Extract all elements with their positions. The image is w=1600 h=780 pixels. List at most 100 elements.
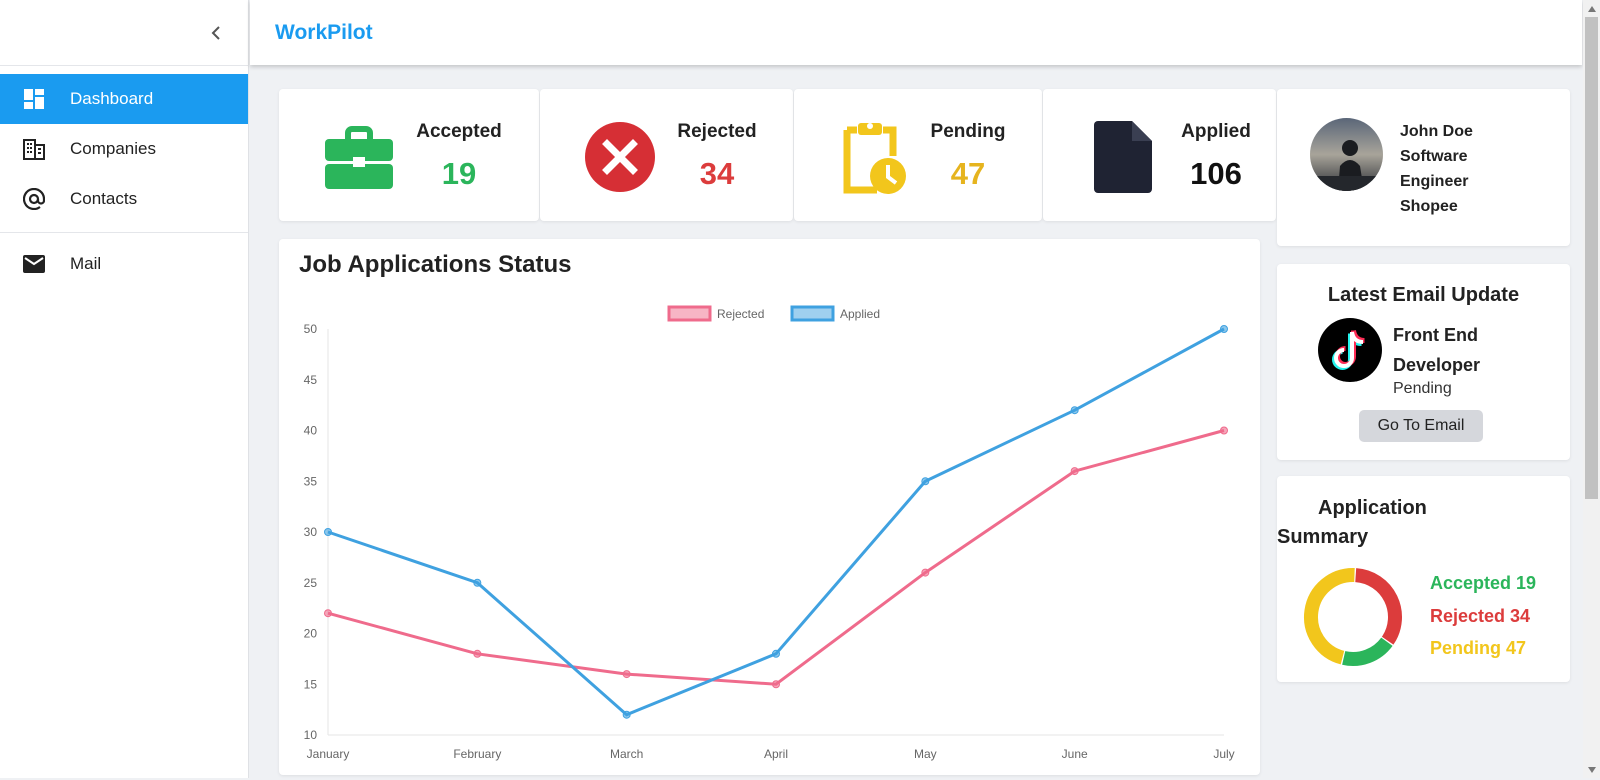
- email-role: Front End Developer: [1393, 320, 1513, 380]
- sidebar-item-contacts[interactable]: Contacts: [0, 174, 248, 224]
- stat-value: 19: [441, 156, 477, 191]
- email-status: Pending: [1393, 380, 1452, 397]
- job-applications-line-chart: 10 15 20 25 30 35 40 45 50 January February March Ap…: [304, 305, 1235, 761]
- stat-card-applied: Applied 106: [1043, 89, 1276, 221]
- clipboard-clock-icon: [836, 119, 912, 195]
- summary-title: Application Summary: [1277, 494, 1427, 552]
- y-tick-label: 35: [304, 474, 318, 488]
- series-line-rejected: [327, 429, 1225, 686]
- legend-swatch: [667, 305, 712, 322]
- sidebar-item-label: Mail: [70, 254, 102, 273]
- sidebar-item-label: Dashboard: [70, 89, 154, 108]
- legend-label: Applied: [840, 307, 880, 321]
- scroll-down-arrow[interactable]: [1583, 761, 1600, 778]
- data-point-rejected[interactable]: [324, 609, 332, 618]
- y-tick-label: 25: [304, 576, 318, 590]
- data-point-rejected[interactable]: [1220, 426, 1228, 435]
- profile-info: John Doe Software Engineer Shopee: [1400, 119, 1473, 219]
- data-point-rejected[interactable]: [772, 680, 780, 689]
- stat-card-rejected: Rejected 34: [540, 89, 793, 221]
- data-point-applied[interactable]: [1220, 325, 1228, 333]
- data-point-rejected[interactable]: [1070, 467, 1079, 476]
- summary-donut-chart: [1304, 568, 1402, 666]
- stat-label: Pending: [930, 121, 1006, 142]
- x-tick-label: March: [610, 747, 643, 761]
- x-tick-label: February: [453, 747, 501, 761]
- y-tick-label: 30: [304, 525, 318, 539]
- data-point-applied[interactable]: [324, 528, 332, 536]
- avatar[interactable]: [1310, 118, 1383, 191]
- stat-value: 47: [950, 156, 986, 191]
- briefcase-icon: [321, 119, 397, 195]
- file-icon: [1085, 119, 1161, 195]
- stat-value: 34: [699, 156, 735, 191]
- stat-label: Accepted: [416, 121, 502, 142]
- data-point-applied[interactable]: [473, 578, 482, 587]
- collapse-sidebar-button[interactable]: [204, 21, 228, 45]
- job-applications-chart-card: Job Applications Status 10 15 20 25 30 35 40 45…: [279, 239, 1260, 775]
- data-point-applied[interactable]: [772, 649, 780, 658]
- profile-name: John Doe: [1400, 123, 1473, 140]
- data-point-applied[interactable]: [1070, 406, 1079, 415]
- page-scrollbar[interactable]: [1583, 0, 1600, 778]
- x-tick-label: May: [914, 747, 937, 761]
- x-tick-label: July: [1213, 747, 1234, 761]
- sidebar-item-label: Companies: [70, 139, 156, 158]
- donut-slice-pending: [1304, 568, 1355, 665]
- legend-item-applied[interactable]: Applied: [790, 305, 880, 322]
- stat-label: Applied: [1181, 121, 1251, 142]
- summary-pending: Pending 47: [1430, 638, 1527, 658]
- y-tick-label: 10: [304, 728, 318, 742]
- sidebar: Dashboard Companies Contacts Mail: [0, 0, 249, 778]
- data-point-rejected[interactable]: [622, 670, 631, 679]
- sidebar-header: [0, 0, 248, 66]
- sidebar-item-companies[interactable]: Companies: [0, 124, 248, 174]
- summary-accepted: Accepted 19: [1430, 573, 1537, 593]
- building-icon: [22, 137, 46, 161]
- sidebar-item-dashboard[interactable]: Dashboard: [0, 74, 248, 124]
- y-tick-label: 45: [304, 373, 318, 387]
- tiktok-logo: [1318, 318, 1382, 382]
- at-sign-icon: [22, 187, 46, 211]
- profile-title: Engineer: [1400, 173, 1469, 190]
- summary-title-line: Summary: [1277, 526, 1369, 548]
- x-tick-label: June: [1062, 747, 1088, 761]
- data-point-rejected[interactable]: [921, 568, 930, 577]
- data-point-applied[interactable]: [921, 477, 930, 486]
- y-tick-label: 40: [304, 424, 318, 438]
- sidebar-divider: [0, 232, 248, 233]
- email-role-line: Developer: [1393, 355, 1481, 375]
- x-tick-label: April: [764, 747, 788, 761]
- data-point-applied[interactable]: [622, 710, 631, 719]
- latest-email-card: Latest Email Update Front End Developer …: [1277, 264, 1570, 460]
- email-card-title: Latest Email Update: [1327, 284, 1520, 306]
- chevron-left-icon: [211, 26, 220, 40]
- email-role-line: Front End: [1393, 325, 1478, 345]
- data-point-rejected[interactable]: [473, 649, 482, 658]
- summary-title-line: Application: [1318, 497, 1427, 519]
- profile-card: John Doe Software Engineer Shopee: [1277, 89, 1570, 246]
- application-summary-card: Application Summary Accepted 19 Rejected…: [1277, 476, 1570, 682]
- scroll-up-arrow[interactable]: [1583, 0, 1600, 17]
- summary-rejected: Rejected 34: [1430, 606, 1531, 626]
- donut-slice-accepted: [1342, 637, 1393, 666]
- donut-slice-rejected: [1354, 568, 1402, 645]
- sidebar-item-mail[interactable]: Mail: [0, 239, 248, 289]
- legend-swatch: [790, 305, 835, 322]
- y-tick-label: 15: [304, 677, 318, 691]
- sidebar-nav: Dashboard Companies Contacts Mail: [0, 66, 248, 289]
- scroll-thumb[interactable]: [1585, 17, 1598, 499]
- brand-title[interactable]: WorkPilot: [275, 21, 373, 45]
- mail-icon: [22, 252, 46, 276]
- profile-company: Shopee: [1400, 198, 1458, 215]
- stat-label: Rejected: [677, 121, 757, 142]
- x-tick-label: January: [307, 747, 350, 761]
- top-header: WorkPilot: [250, 0, 1582, 65]
- stat-value: 106: [1190, 156, 1242, 191]
- close-circle-icon: [582, 119, 658, 195]
- go-to-email-button[interactable]: Go To Email: [1359, 410, 1483, 442]
- y-tick-label: 20: [304, 627, 318, 641]
- legend-item-rejected[interactable]: Rejected: [667, 305, 764, 322]
- y-tick-label: 50: [304, 322, 318, 336]
- dashboard-icon: [22, 87, 46, 111]
